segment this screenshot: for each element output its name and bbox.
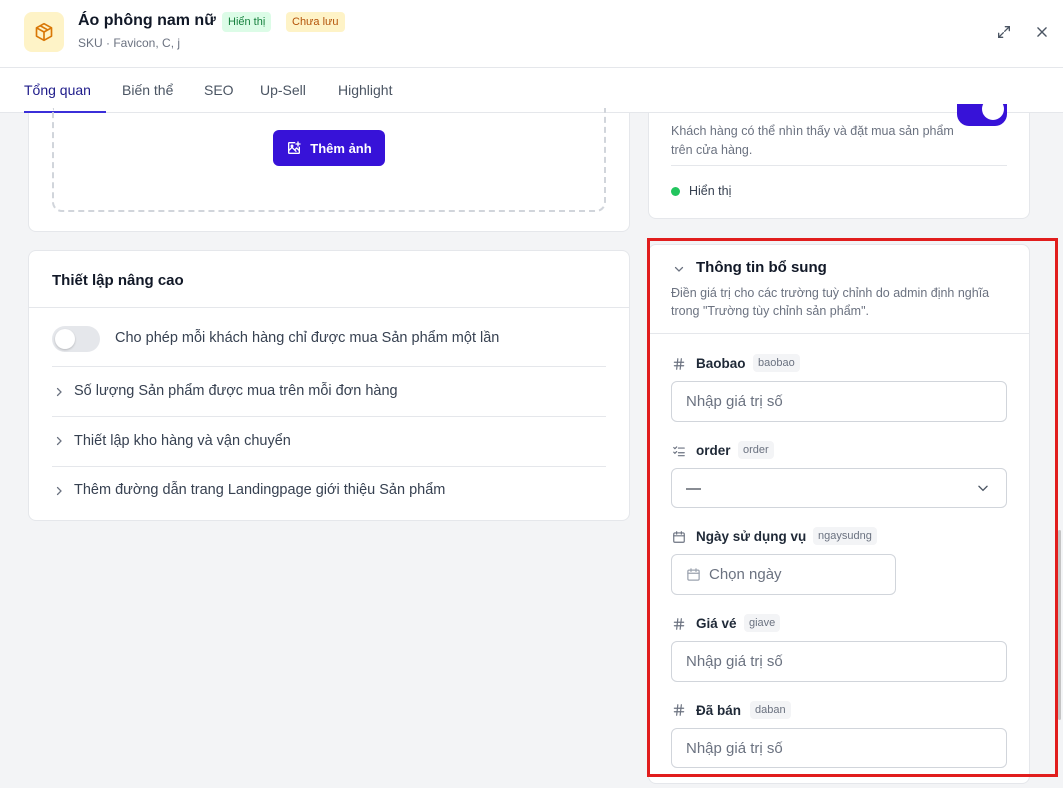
extra-info-title: Thông tin bổ sung <box>696 259 827 276</box>
tab-upsell[interactable]: Up-Sell <box>260 68 306 113</box>
visibility-status: Hiển thị <box>689 184 732 198</box>
hash-icon <box>673 358 685 370</box>
once-per-customer-label: Cho phép mỗi khách hàng chỉ được mua Sản… <box>115 330 500 346</box>
field-key-baobao: baobao <box>753 354 800 372</box>
field-label-baobao: Baobao <box>696 356 746 371</box>
visibility-toggle[interactable] <box>957 104 1007 126</box>
field-label-ngaysudng: Ngày sử dụng vụ <box>696 529 807 544</box>
extra-info-description: Điền giá trị cho các trường tuỳ chỉnh do… <box>671 286 990 318</box>
checklist-icon <box>673 446 685 457</box>
box-icon <box>24 12 64 52</box>
field-label-giave: Giá vé <box>696 616 737 631</box>
inventory-shipping-row[interactable]: Thiết lập kho hàng và vận chuyển <box>74 433 291 449</box>
tab-highlight[interactable]: Highlight <box>338 68 392 113</box>
date-placeholder: Chọn ngày <box>709 566 782 583</box>
calendar-icon <box>673 531 685 543</box>
field-key-ngaysudng: ngaysudng <box>813 527 877 545</box>
tab-seo[interactable]: SEO <box>204 68 234 113</box>
field-key-daban: daban <box>750 701 791 719</box>
advanced-settings-title: Thiết lập nâng cao <box>52 272 184 289</box>
chevron-right-icon <box>56 486 62 496</box>
add-image-label: Thêm ảnh <box>310 140 372 156</box>
max-qty-per-order-row[interactable]: Số lượng Sản phẩm được mua trên mỗi đơn … <box>74 383 398 399</box>
divider <box>649 333 1029 334</box>
divider <box>29 307 629 308</box>
status-dot <box>671 187 680 196</box>
scrollbar[interactable] <box>1058 530 1061 720</box>
date-picker[interactable]: Chọn ngày <box>671 554 896 595</box>
order-select[interactable]: — <box>671 468 1007 508</box>
chevron-right-icon <box>56 387 62 397</box>
status-badge-unsaved: Chưa lưu <box>286 12 345 32</box>
chevron-down-icon <box>978 485 988 492</box>
divider <box>52 366 606 367</box>
expand-icon[interactable] <box>994 22 1014 42</box>
field-label-order: order <box>696 443 731 458</box>
product-title: Áo phông nam nữ <box>78 12 216 29</box>
product-header: Áo phông nam nữ Hiển thị Chưa lưu SKU · … <box>0 0 1063 68</box>
image-plus-icon <box>288 141 301 154</box>
product-subtitle: SKU · Favicon, C, j <box>78 36 181 50</box>
divider <box>52 466 606 467</box>
field-key-giave: giave <box>744 614 781 632</box>
divider <box>671 165 1007 166</box>
tab-bar: Tổng quan Biến thể SEO Up-Sell Highlight <box>0 68 1063 113</box>
status-badge-visible: Hiển thị <box>222 12 272 32</box>
hash-icon <box>673 618 685 630</box>
order-select-value: — <box>686 479 701 497</box>
chevron-down-icon[interactable] <box>673 263 685 275</box>
visibility-description: Khách hàng có thể nhìn thấy và đặt mua s… <box>671 124 954 157</box>
tab-overview[interactable]: Tổng quan <box>24 68 106 113</box>
giave-placeholder: Nhập giá trị số <box>686 653 783 670</box>
add-image-button[interactable]: Thêm ảnh <box>273 130 385 166</box>
calendar-icon <box>687 568 700 581</box>
landing-page-row[interactable]: Thêm đường dẫn trang Landingpage giới th… <box>74 482 445 498</box>
daban-input[interactable]: Nhập giá trị số <box>671 728 1007 768</box>
baobao-input[interactable]: Nhập giá trị số <box>671 381 1007 422</box>
baobao-placeholder: Nhập giá trị số <box>686 393 783 410</box>
field-label-daban: Đã bán <box>696 703 742 718</box>
field-key-order: order <box>738 441 774 459</box>
divider <box>52 416 606 417</box>
chevron-right-icon <box>56 436 62 446</box>
daban-placeholder: Nhập giá trị số <box>686 739 783 757</box>
giave-input[interactable]: Nhập giá trị số <box>671 641 1007 682</box>
hash-icon <box>673 704 685 716</box>
tab-variants[interactable]: Biến thể <box>122 68 173 113</box>
once-per-customer-toggle[interactable] <box>52 326 100 352</box>
close-icon[interactable] <box>1032 22 1052 42</box>
